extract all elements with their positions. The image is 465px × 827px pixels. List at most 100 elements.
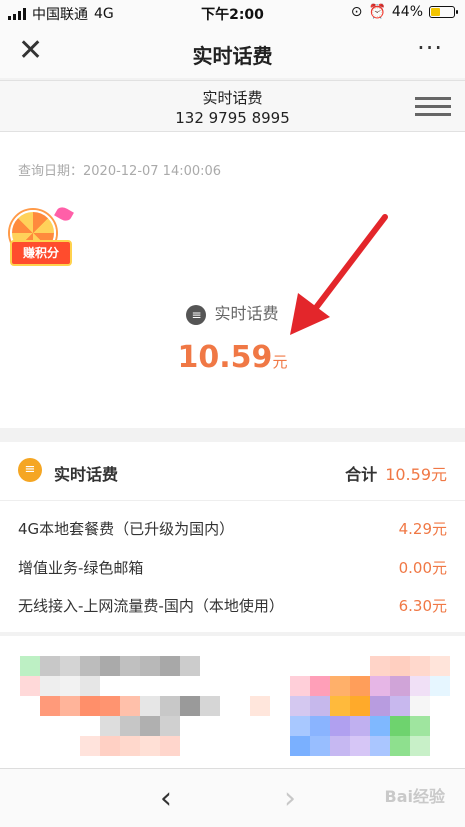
fee-total: 合计 10.59元 <box>345 461 447 485</box>
mosaic-block <box>120 656 140 676</box>
mosaic-block <box>290 736 310 756</box>
mosaic-block <box>40 656 60 676</box>
confetti-icon <box>54 204 74 224</box>
total-value: 10.59元 <box>385 465 447 484</box>
mosaic-block <box>120 736 140 756</box>
mosaic-block <box>330 736 350 756</box>
mosaic-block <box>100 736 120 756</box>
mosaic-block <box>80 656 100 676</box>
mosaic-block <box>350 696 370 716</box>
mosaic-block <box>140 656 160 676</box>
summary-card: 查询日期：2020-12-07 14:00:06 赚积分 ≡ 实时话费 10.59… <box>0 132 465 428</box>
mosaic-block <box>390 696 410 716</box>
mosaic-block <box>310 736 330 756</box>
mosaic-block <box>330 716 350 736</box>
mosaic-block <box>180 656 200 676</box>
mosaic-block <box>350 676 370 696</box>
mosaic-block <box>40 676 60 696</box>
mosaic-block <box>290 716 310 736</box>
fee-value: 6.30元 <box>398 597 447 615</box>
mosaic-block <box>350 716 370 736</box>
mosaic-block <box>410 716 430 736</box>
list-menu-icon[interactable] <box>415 97 451 117</box>
rotation-lock-icon: ⊙ <box>350 4 363 20</box>
mosaic-block <box>80 696 100 716</box>
mosaic-block <box>140 736 160 756</box>
mosaic-block <box>430 656 450 676</box>
fee-detail-title: 实时话费 <box>54 465 119 484</box>
mosaic-block <box>80 676 100 696</box>
live-fee-label: ≡ 实时话费 <box>0 300 465 325</box>
mosaic-block <box>410 676 430 696</box>
mosaic-block <box>120 696 140 716</box>
mosaic-block <box>180 696 200 716</box>
mosaic-block <box>330 696 350 716</box>
mosaic-block <box>370 736 390 756</box>
fee-row: 无线接入-上网流量费-国内（本地使用） 6.30元 <box>18 595 447 623</box>
mosaic-block <box>140 696 160 716</box>
forward-chevron-icon[interactable]: › <box>284 781 296 816</box>
mosaic-block <box>120 716 140 736</box>
live-fee-amount: 10.59元 <box>0 340 465 375</box>
mosaic-block <box>410 736 430 756</box>
account-header: 实时话费 132 9795 8995 <box>0 80 465 132</box>
list-icon: ≡ <box>18 458 42 482</box>
mosaic-block <box>370 696 390 716</box>
status-right: ⊙ ⏰ 44% <box>350 4 458 20</box>
mosaic-block <box>310 676 330 696</box>
mosaic-block <box>140 716 160 736</box>
live-fee-text: 实时话费 <box>214 304 279 323</box>
earn-points-promo[interactable]: 赚积分 <box>2 204 74 268</box>
mosaic-block <box>350 736 370 756</box>
mosaic-block <box>160 656 180 676</box>
mosaic-block <box>100 656 120 676</box>
mosaic-block <box>290 676 310 696</box>
mosaic-block <box>310 716 330 736</box>
mosaic-block <box>390 716 410 736</box>
mosaic-block <box>250 696 270 716</box>
amount-unit: 元 <box>272 353 288 371</box>
watermark-logo: Bai经验 <box>384 787 445 806</box>
bottom-nav-bar: ‹ › Bai经验 <box>0 768 465 827</box>
fee-value: 0.00元 <box>398 559 447 577</box>
more-icon[interactable]: ··· <box>417 34 443 62</box>
mosaic-block <box>410 656 430 676</box>
mosaic-block <box>200 696 220 716</box>
mosaic-block <box>390 656 410 676</box>
mosaic-block <box>390 736 410 756</box>
fee-row: 4G本地套餐费（已升级为国内） 4.29元 <box>18 518 447 546</box>
battery-percent: 44% <box>391 4 423 20</box>
promo-badge: 赚积分 <box>10 240 72 266</box>
mosaic-block <box>370 676 390 696</box>
mosaic-block <box>100 716 120 736</box>
mosaic-block <box>60 696 80 716</box>
fee-detail-header: ≡ 实时话费 合计 10.59元 <box>0 442 465 501</box>
account-title: 实时话费 <box>202 89 263 107</box>
back-chevron-icon[interactable]: ‹ <box>160 781 172 816</box>
mosaic-block <box>160 736 180 756</box>
phone-number: 132 9795 8995 <box>175 109 290 127</box>
mosaic-block <box>330 676 350 696</box>
mosaic-block <box>370 656 390 676</box>
mosaic-block <box>160 716 180 736</box>
mosaic-block <box>390 676 410 696</box>
alarm-icon: ⏰ <box>368 4 386 20</box>
mosaic-block <box>370 716 390 736</box>
mosaic-block <box>410 696 430 716</box>
amount-value: 10.59 <box>177 340 273 375</box>
fee-name: 无线接入-上网流量费-国内（本地使用） <box>18 597 284 615</box>
fee-detail-card: ≡ 实时话费 合计 10.59元 4G本地套餐费（已升级为国内） 4.29元 增值… <box>0 442 465 632</box>
mosaic-block <box>80 736 100 756</box>
mosaic-block <box>160 696 180 716</box>
fee-value: 4.29元 <box>398 520 447 538</box>
page-title: 实时话费 <box>192 44 273 68</box>
list-icon: ≡ <box>186 304 207 325</box>
query-date: 查询日期：2020-12-07 14:00:06 <box>18 164 222 179</box>
mosaic-block <box>290 696 310 716</box>
mosaic-block <box>60 656 80 676</box>
fee-row: 增值业务-绿色邮箱 0.00元 <box>18 557 447 585</box>
mosaic-block <box>20 656 40 676</box>
pixelated-content <box>0 636 465 768</box>
mosaic-block <box>310 696 330 716</box>
red-arrow-annotation <box>290 214 388 335</box>
